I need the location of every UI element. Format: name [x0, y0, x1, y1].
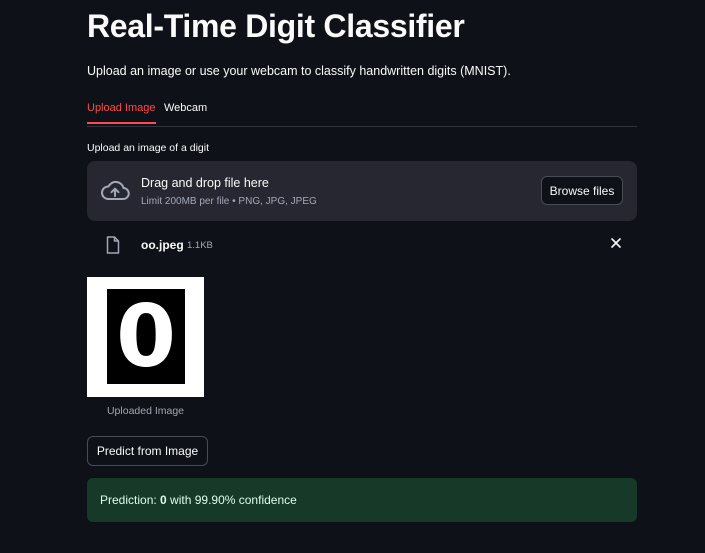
file-name: oo.jpeg — [141, 238, 184, 252]
uploaded-file-row: oo.jpeg 1.1KB — [87, 232, 637, 260]
cloud-upload-icon — [101, 180, 130, 200]
file-size: 1.1KB — [187, 240, 213, 251]
close-icon[interactable] — [609, 236, 623, 250]
tab-upload-image[interactable]: Upload Image — [87, 102, 156, 124]
page-subtitle: Upload an image or use your webcam to cl… — [87, 64, 511, 78]
prediction-prefix: Prediction: — [100, 493, 161, 507]
prediction-text: Prediction: 0 with 99.90% confidence — [100, 493, 297, 507]
digit-image-content: 0 — [107, 289, 185, 384]
dropzone-limit: Limit 200MB per file • PNG, JPG, JPEG — [141, 196, 317, 207]
prediction-digit: 0 — [160, 493, 167, 507]
tab-webcam[interactable]: Webcam — [164, 102, 207, 122]
prediction-suffix: with 99.90% confidence — [166, 493, 297, 507]
uploaded-image: 0 — [87, 277, 204, 397]
tab-bar: Upload Image Webcam — [87, 96, 637, 127]
browse-files-button[interactable]: Browse files — [541, 176, 623, 205]
uploader-label: Upload an image of a digit — [87, 142, 209, 154]
prediction-alert: Prediction: 0 with 99.90% confidence — [87, 478, 637, 522]
dropzone-instructions: Drag and drop file here — [141, 176, 269, 190]
digit-glyph: 0 — [116, 286, 176, 387]
page-title: Real-Time Digit Classifier — [87, 8, 465, 44]
image-caption: Uploaded Image — [106, 405, 185, 417]
file-icon — [106, 236, 120, 254]
predict-from-image-button[interactable]: Predict from Image — [87, 436, 208, 466]
file-dropzone[interactable]: Drag and drop file here Limit 200MB per … — [87, 161, 637, 221]
